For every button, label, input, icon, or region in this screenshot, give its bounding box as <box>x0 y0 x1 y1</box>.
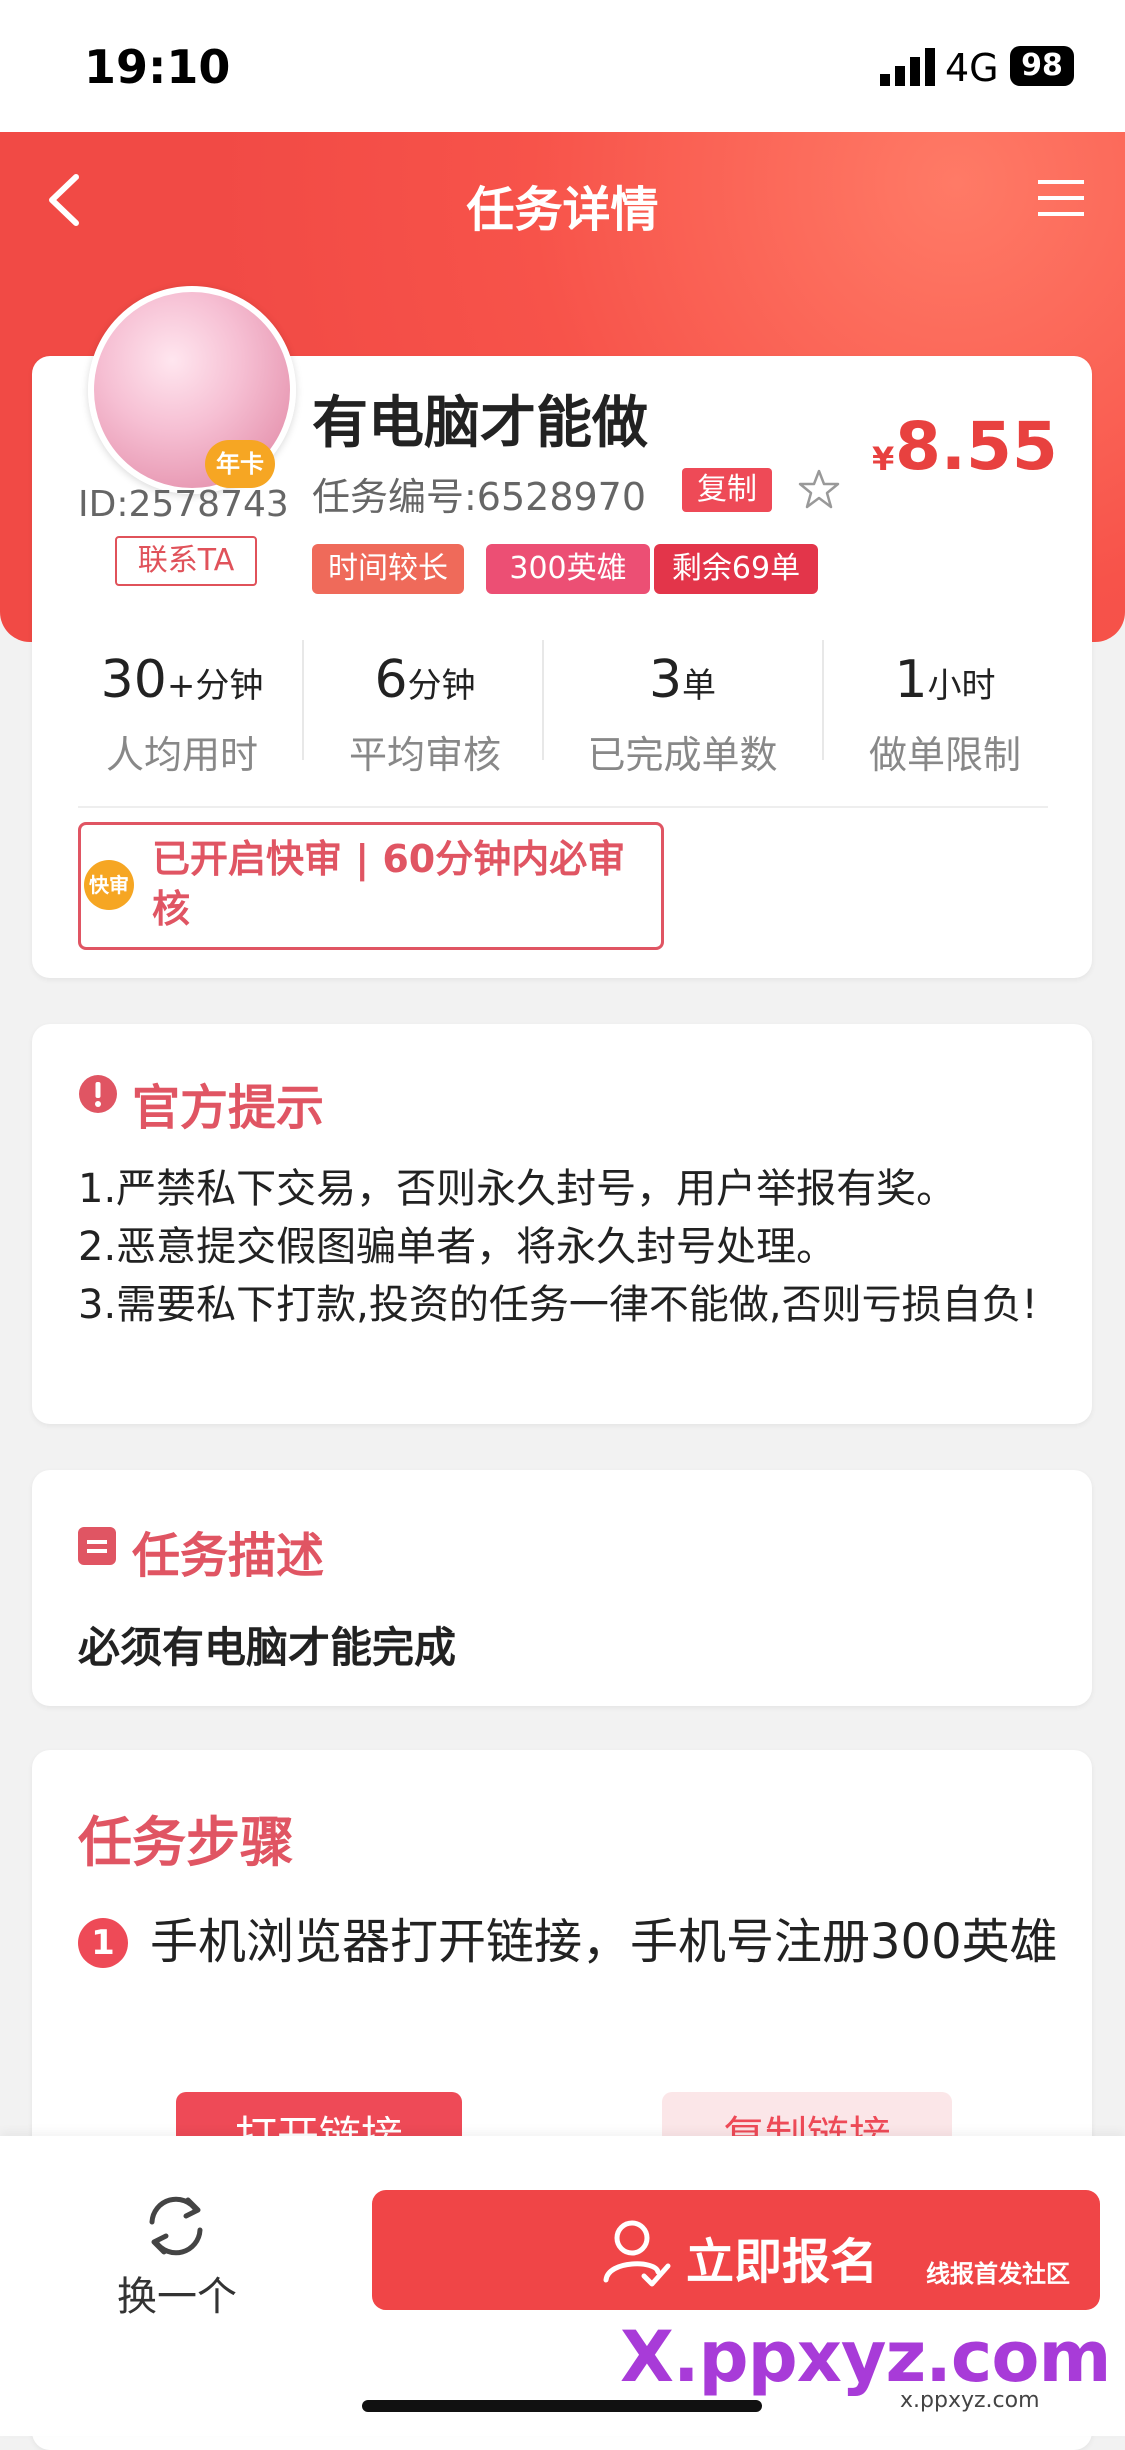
stat-value: 1 <box>894 650 928 710</box>
tips-title: 官方提示 <box>132 1080 325 1136</box>
swap-label[interactable]: 换一个 <box>92 2264 262 2322</box>
signal-icon <box>880 48 935 86</box>
star-icon[interactable] <box>798 468 840 510</box>
task-price: 8.55 <box>895 408 1058 485</box>
step-number: 1 <box>78 1918 128 1968</box>
tag-game: 300英雄 <box>486 544 650 594</box>
stat-unit: 小时 <box>927 666 996 706</box>
step-text: 手机浏览器打开链接，手机号注册300英雄 <box>150 1914 1058 1970</box>
tag-duration: 时间较长 <box>312 544 464 594</box>
fast-review-icon: 快审 <box>84 860 134 910</box>
description-body: 必须有电脑才能完成 <box>78 1623 457 1672</box>
divider <box>78 806 1048 808</box>
document-icon <box>78 1527 116 1565</box>
description-title: 任务描述 <box>132 1528 325 1584</box>
watermark-url: x.ppxyz.com <box>900 2388 1040 2413</box>
task-title: 有电脑才能做 <box>312 391 648 456</box>
stat-unit: 单 <box>682 666 717 706</box>
fast-review-text: 已开启快审 | 60分钟内必审核 <box>152 837 626 931</box>
avatar-badge: 年卡 <box>205 440 275 488</box>
stat-value: 3 <box>648 650 683 710</box>
enroll-label: 立即报名 <box>686 2234 879 2290</box>
stat-avg-time: 30+分钟 人均用时 <box>62 650 302 779</box>
stat-value: 6 <box>374 650 408 710</box>
divider <box>542 640 544 760</box>
stat-label: 做单限制 <box>868 733 1021 777</box>
stat-time-limit: 1小时 做单限制 <box>830 650 1060 779</box>
tag-remaining: 剩余69单 <box>654 544 818 594</box>
tip-line: 2.恶意提交假图骗单者，将永久封号处理。 <box>78 1224 837 1270</box>
task-number: 任务编号:6528970 <box>312 475 647 519</box>
stat-value: 30 <box>100 650 167 710</box>
home-indicator <box>362 2400 762 2412</box>
stat-label: 已完成单数 <box>587 733 778 777</box>
divider <box>822 640 824 760</box>
user-id: ID:2578743 <box>78 484 289 525</box>
warning-icon <box>79 1075 117 1113</box>
tip-line: 3.需要私下打款,投资的任务一律不能做,否则亏损自负! <box>78 1282 1038 1328</box>
menu-icon[interactable] <box>1038 178 1084 218</box>
status-time: 19:10 <box>84 40 231 94</box>
user-add-icon <box>603 2220 671 2287</box>
divider <box>302 640 304 760</box>
network-type: 4G <box>945 46 999 90</box>
stat-avg-review: 6分钟 平均审核 <box>310 650 540 779</box>
page-title: 任务详情 <box>466 182 659 238</box>
price-symbol: ¥ <box>872 440 895 478</box>
contact-button[interactable]: 联系TA <box>115 536 257 586</box>
refresh-icon[interactable] <box>136 2186 216 2266</box>
status-bar: 19:10 4G 98 <box>0 0 1125 132</box>
copy-button[interactable]: 复制 <box>682 468 772 512</box>
stat-completed: 3单 已完成单数 <box>550 650 815 779</box>
tip-line: 1.严禁私下交易，否则永久封号，用户举报有奖。 <box>78 1166 957 1212</box>
watermark-text: 线报首发社区 <box>926 2260 1070 2288</box>
stat-unit: +分钟 <box>166 666 264 706</box>
stat-label: 人均用时 <box>105 733 258 777</box>
steps-title: 任务步骤 <box>78 1811 294 1874</box>
battery-indicator: 98 <box>1010 46 1074 86</box>
watermark-brand: X.ppxyz.com <box>620 2316 1111 2398</box>
stat-label: 平均审核 <box>348 733 501 777</box>
stat-unit: 分钟 <box>407 666 476 706</box>
